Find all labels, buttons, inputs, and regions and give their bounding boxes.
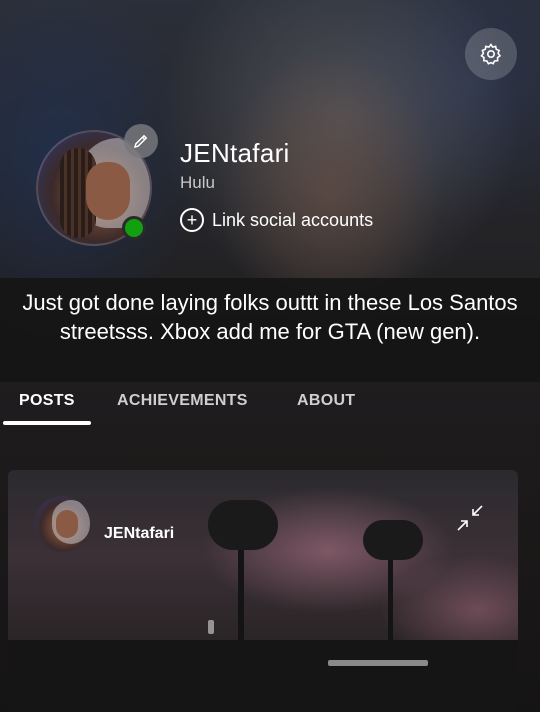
tab-posts[interactable]: POSTS — [19, 392, 75, 410]
profile-subtitle: Hulu — [180, 173, 215, 192]
post-author-name[interactable]: JENtafari — [104, 525, 174, 543]
profile-tabs: POSTS ACHIEVEMENTS ABOUT — [0, 382, 540, 430]
link-social-accounts-label: Link social accounts — [212, 209, 374, 230]
tab-about[interactable]: ABOUT — [297, 392, 355, 410]
pencil-icon — [133, 134, 148, 149]
gamertag: JENtafari — [180, 138, 290, 168]
settings-button[interactable] — [465, 28, 517, 80]
collapse-arrows-icon — [457, 505, 483, 531]
edit-avatar-button[interactable] — [124, 124, 158, 158]
bio-caption: Just got done laying folks outtt in thes… — [0, 278, 540, 382]
profile-avatar-container — [36, 124, 158, 246]
online-status-indicator — [122, 216, 146, 240]
tab-achievements[interactable]: ACHIEVEMENTS — [117, 392, 248, 410]
post-card[interactable]: JENtafari — [8, 470, 518, 712]
active-tab-indicator — [3, 421, 91, 425]
gear-icon — [480, 43, 502, 65]
post-author-avatar[interactable] — [34, 496, 90, 552]
plus-circle-icon: + — [180, 208, 204, 232]
bio-text: Just got done laying folks outtt in thes… — [22, 290, 518, 344]
link-social-accounts-button[interactable]: + Link social accounts — [180, 208, 373, 232]
collapse-button[interactable] — [454, 502, 486, 534]
